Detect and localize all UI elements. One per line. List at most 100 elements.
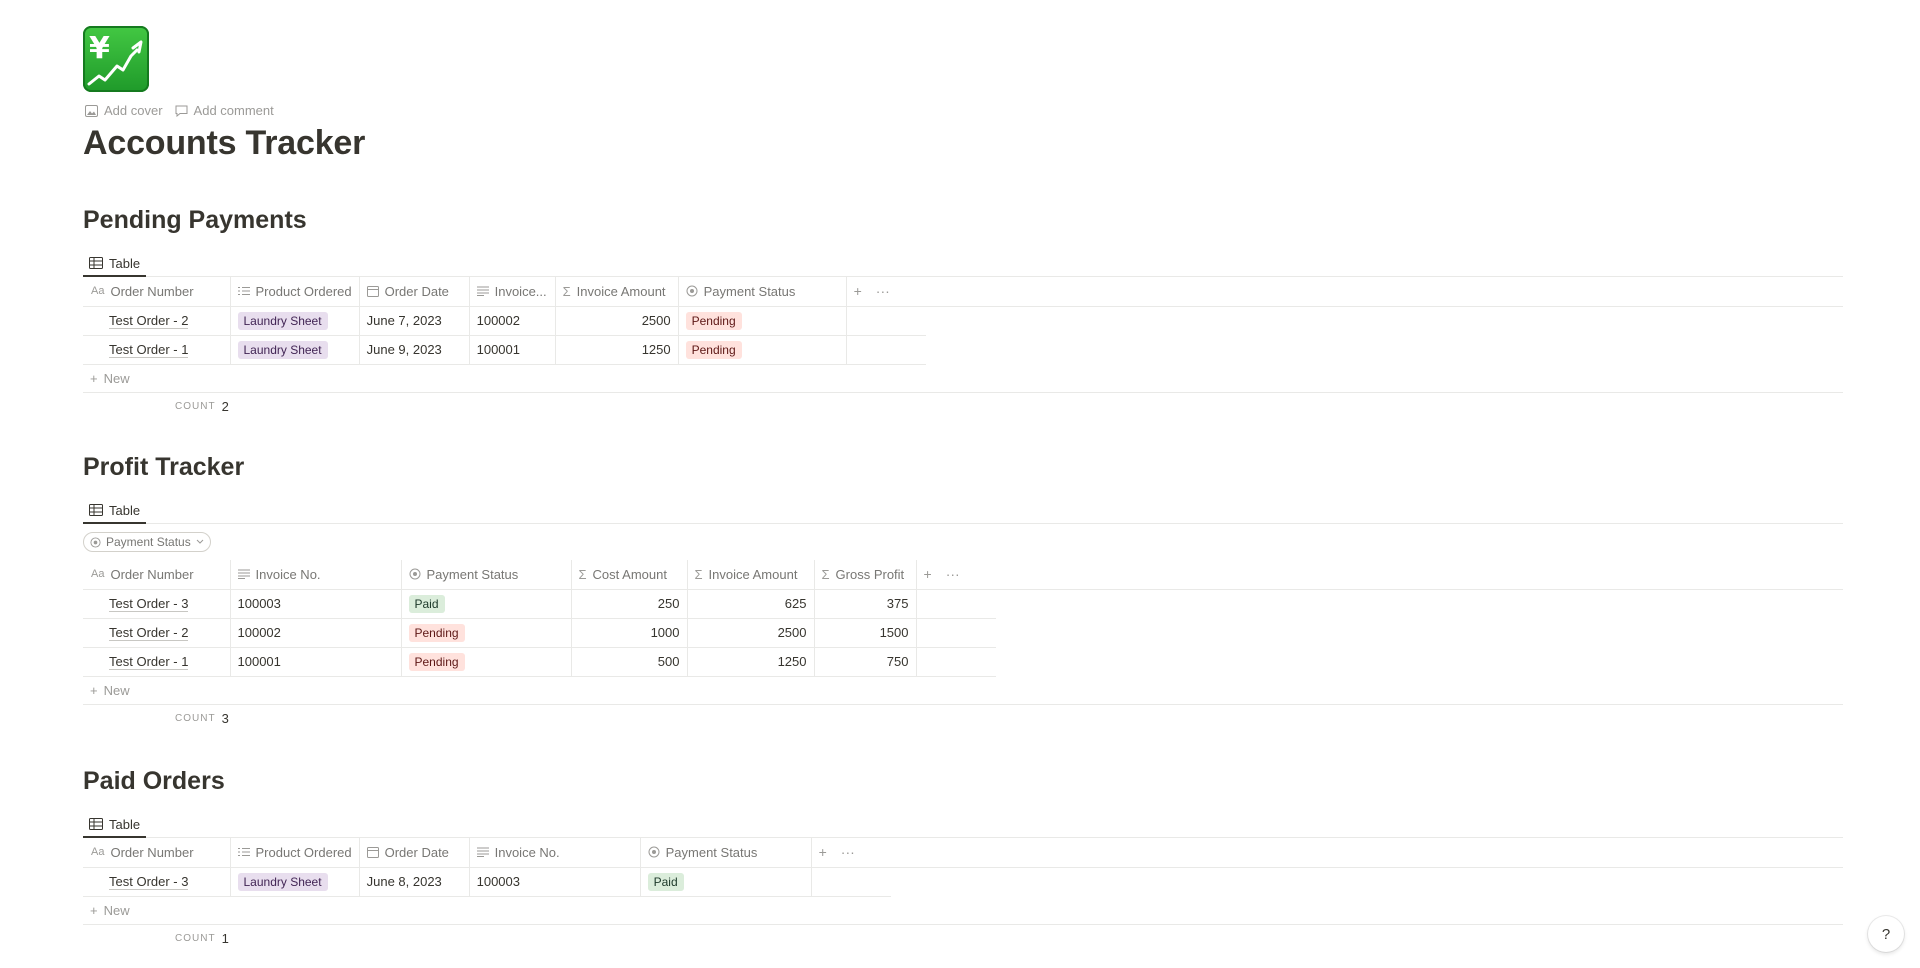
column-header-invoice-no[interactable]: Invoice... — [469, 277, 556, 307]
count-value: 3 — [221, 711, 229, 726]
invoice-amount-cell: 625 — [687, 589, 815, 619]
column-header-payment-status[interactable]: Payment Status — [678, 277, 847, 307]
invoice-number-cell[interactable]: 100002 — [469, 306, 556, 336]
multi-select-icon — [237, 287, 250, 296]
more-options-icon[interactable]: ··· — [946, 566, 960, 582]
add-column-area: + ··· — [846, 277, 927, 307]
order-date-cell[interactable]: June 7, 2023 — [359, 306, 470, 336]
add-column-plus-icon[interactable]: + — [819, 844, 827, 860]
add-cover-label: Add cover — [104, 103, 163, 118]
column-header-order-number[interactable]: Aa Order Number — [83, 560, 231, 590]
invoice-number-cell[interactable]: 100001 — [230, 647, 402, 677]
new-row-button[interactable]: + New — [83, 365, 1843, 393]
payment-status-filter[interactable]: Payment Status — [83, 532, 211, 552]
calendar-icon — [366, 286, 379, 298]
invoice-amount-cell: 1250 — [687, 647, 815, 677]
invoice-amount-cell: 2500 — [687, 618, 815, 648]
plus-icon: + — [90, 902, 98, 918]
gross-profit-cell: 1500 — [814, 618, 917, 648]
column-header-gross-profit[interactable]: Σ Gross Profit — [814, 560, 917, 590]
view-tabs: Table — [83, 251, 1843, 277]
add-comment-button[interactable]: Add comment — [175, 103, 274, 118]
column-header-order-number[interactable]: Aa Order Number — [83, 277, 231, 307]
page-icon[interactable]: ¥ — [83, 26, 149, 92]
status-icon — [686, 285, 698, 297]
svg-text:¥: ¥ — [89, 31, 110, 66]
invoice-number-cell[interactable]: 100001 — [469, 335, 556, 365]
count-value: 2 — [221, 399, 229, 414]
column-header-order-date[interactable]: Order Date — [359, 277, 470, 307]
new-row-button[interactable]: + New — [83, 897, 1843, 925]
comment-icon — [175, 105, 188, 117]
order-number-cell[interactable]: Test Order - 1 — [109, 342, 189, 358]
tab-label: Table — [109, 816, 141, 832]
column-header-order-number[interactable]: Aa Order Number — [83, 838, 231, 868]
more-options-icon[interactable]: ··· — [876, 283, 890, 299]
filter-row: Payment Status — [83, 524, 1843, 560]
invoice-number-cell[interactable]: 100002 — [230, 618, 402, 648]
formula-sigma-icon: Σ — [578, 566, 587, 582]
tab-table[interactable]: Table — [83, 251, 147, 277]
column-header-product-ordered[interactable]: Product Ordered — [230, 838, 360, 868]
tab-label: Table — [109, 502, 141, 518]
text-lines-icon — [476, 286, 489, 297]
add-column-plus-icon[interactable]: + — [924, 566, 932, 582]
table-icon — [89, 504, 103, 516]
order-number-cell[interactable]: Test Order - 1 — [109, 654, 189, 670]
table-icon — [89, 257, 103, 269]
count-label: COUNT — [175, 933, 216, 944]
add-column-plus-icon[interactable]: + — [854, 283, 862, 299]
order-number-cell[interactable]: Test Order - 3 — [109, 874, 189, 890]
tab-table[interactable]: Table — [83, 812, 147, 838]
table-row[interactable]: Test Order - 3 100003 Paid 250 625 375 — [83, 589, 996, 619]
multi-select-icon — [237, 848, 250, 857]
help-button[interactable]: ? — [1868, 916, 1904, 952]
status-badge: Pending — [685, 340, 742, 359]
filter-label: Payment Status — [106, 535, 191, 549]
table-header-row: Aa Order Number Invoice No. Payment Stat… — [83, 560, 996, 590]
add-column-area: + ··· — [916, 560, 996, 590]
column-header-invoice-no[interactable]: Invoice No. — [230, 560, 402, 590]
text-lines-icon — [237, 569, 250, 580]
page-title: Accounts Tracker — [83, 124, 366, 162]
column-header-order-date[interactable]: Order Date — [359, 838, 470, 868]
more-options-icon[interactable]: ··· — [841, 844, 855, 860]
plus-icon: + — [90, 682, 98, 698]
invoice-number-cell[interactable]: 100003 — [469, 867, 641, 897]
yen-chart-icon: ¥ — [87, 31, 143, 86]
order-number-cell[interactable]: Test Order - 2 — [109, 313, 189, 329]
count-row: COUNT 2 — [83, 393, 1843, 421]
column-header-invoice-amount[interactable]: Σ Invoice Amount — [555, 277, 679, 307]
status-icon — [409, 568, 420, 580]
table-row[interactable]: Test Order - 1 Laundry Sheet June 9, 202… — [83, 335, 927, 365]
table-row[interactable]: Test Order - 2 100002 Pending 1000 2500 … — [83, 618, 996, 648]
count-label: COUNT — [175, 401, 216, 412]
column-header-invoice-no[interactable]: Invoice No. — [469, 838, 641, 868]
column-header-payment-status[interactable]: Payment Status — [401, 560, 572, 590]
invoice-number-cell[interactable]: 100003 — [230, 589, 402, 619]
add-cover-button[interactable]: Add cover — [85, 103, 163, 118]
order-date-cell[interactable]: June 8, 2023 — [359, 867, 470, 897]
new-row-button[interactable]: + New — [83, 677, 1843, 705]
order-number-cell[interactable]: Test Order - 3 — [109, 596, 189, 612]
table-header-row: Aa Order Number Product Ordered Order Da… — [83, 838, 892, 868]
table-row[interactable]: Test Order - 1 100001 Pending 500 1250 7… — [83, 647, 996, 677]
count-row: COUNT 1 — [83, 925, 1843, 953]
paid-orders-section: Paid Orders Table Aa Order Number Produc… — [83, 764, 1843, 953]
formula-sigma-icon: Σ — [821, 566, 830, 582]
column-header-invoice-amount[interactable]: Σ Invoice Amount — [687, 560, 815, 590]
section-title: Profit Tracker — [83, 453, 245, 481]
chevron-down-icon — [196, 539, 204, 544]
table-row[interactable]: Test Order - 2 Laundry Sheet June 7, 202… — [83, 306, 927, 336]
column-header-cost-amount[interactable]: Σ Cost Amount — [571, 560, 688, 590]
product-tag: Laundry Sheet — [237, 340, 328, 359]
order-number-cell[interactable]: Test Order - 2 — [109, 625, 189, 641]
status-icon — [648, 846, 660, 858]
tab-table[interactable]: Table — [83, 498, 147, 524]
table-row[interactable]: Test Order - 3 Laundry Sheet June 8, 202… — [83, 867, 892, 897]
order-date-cell[interactable]: June 9, 2023 — [359, 335, 470, 365]
column-header-payment-status[interactable]: Payment Status — [640, 838, 812, 868]
formula-sigma-icon: Σ — [694, 566, 703, 582]
cost-amount-cell: 250 — [571, 589, 688, 619]
column-header-product-ordered[interactable]: Product Ordered — [230, 277, 360, 307]
